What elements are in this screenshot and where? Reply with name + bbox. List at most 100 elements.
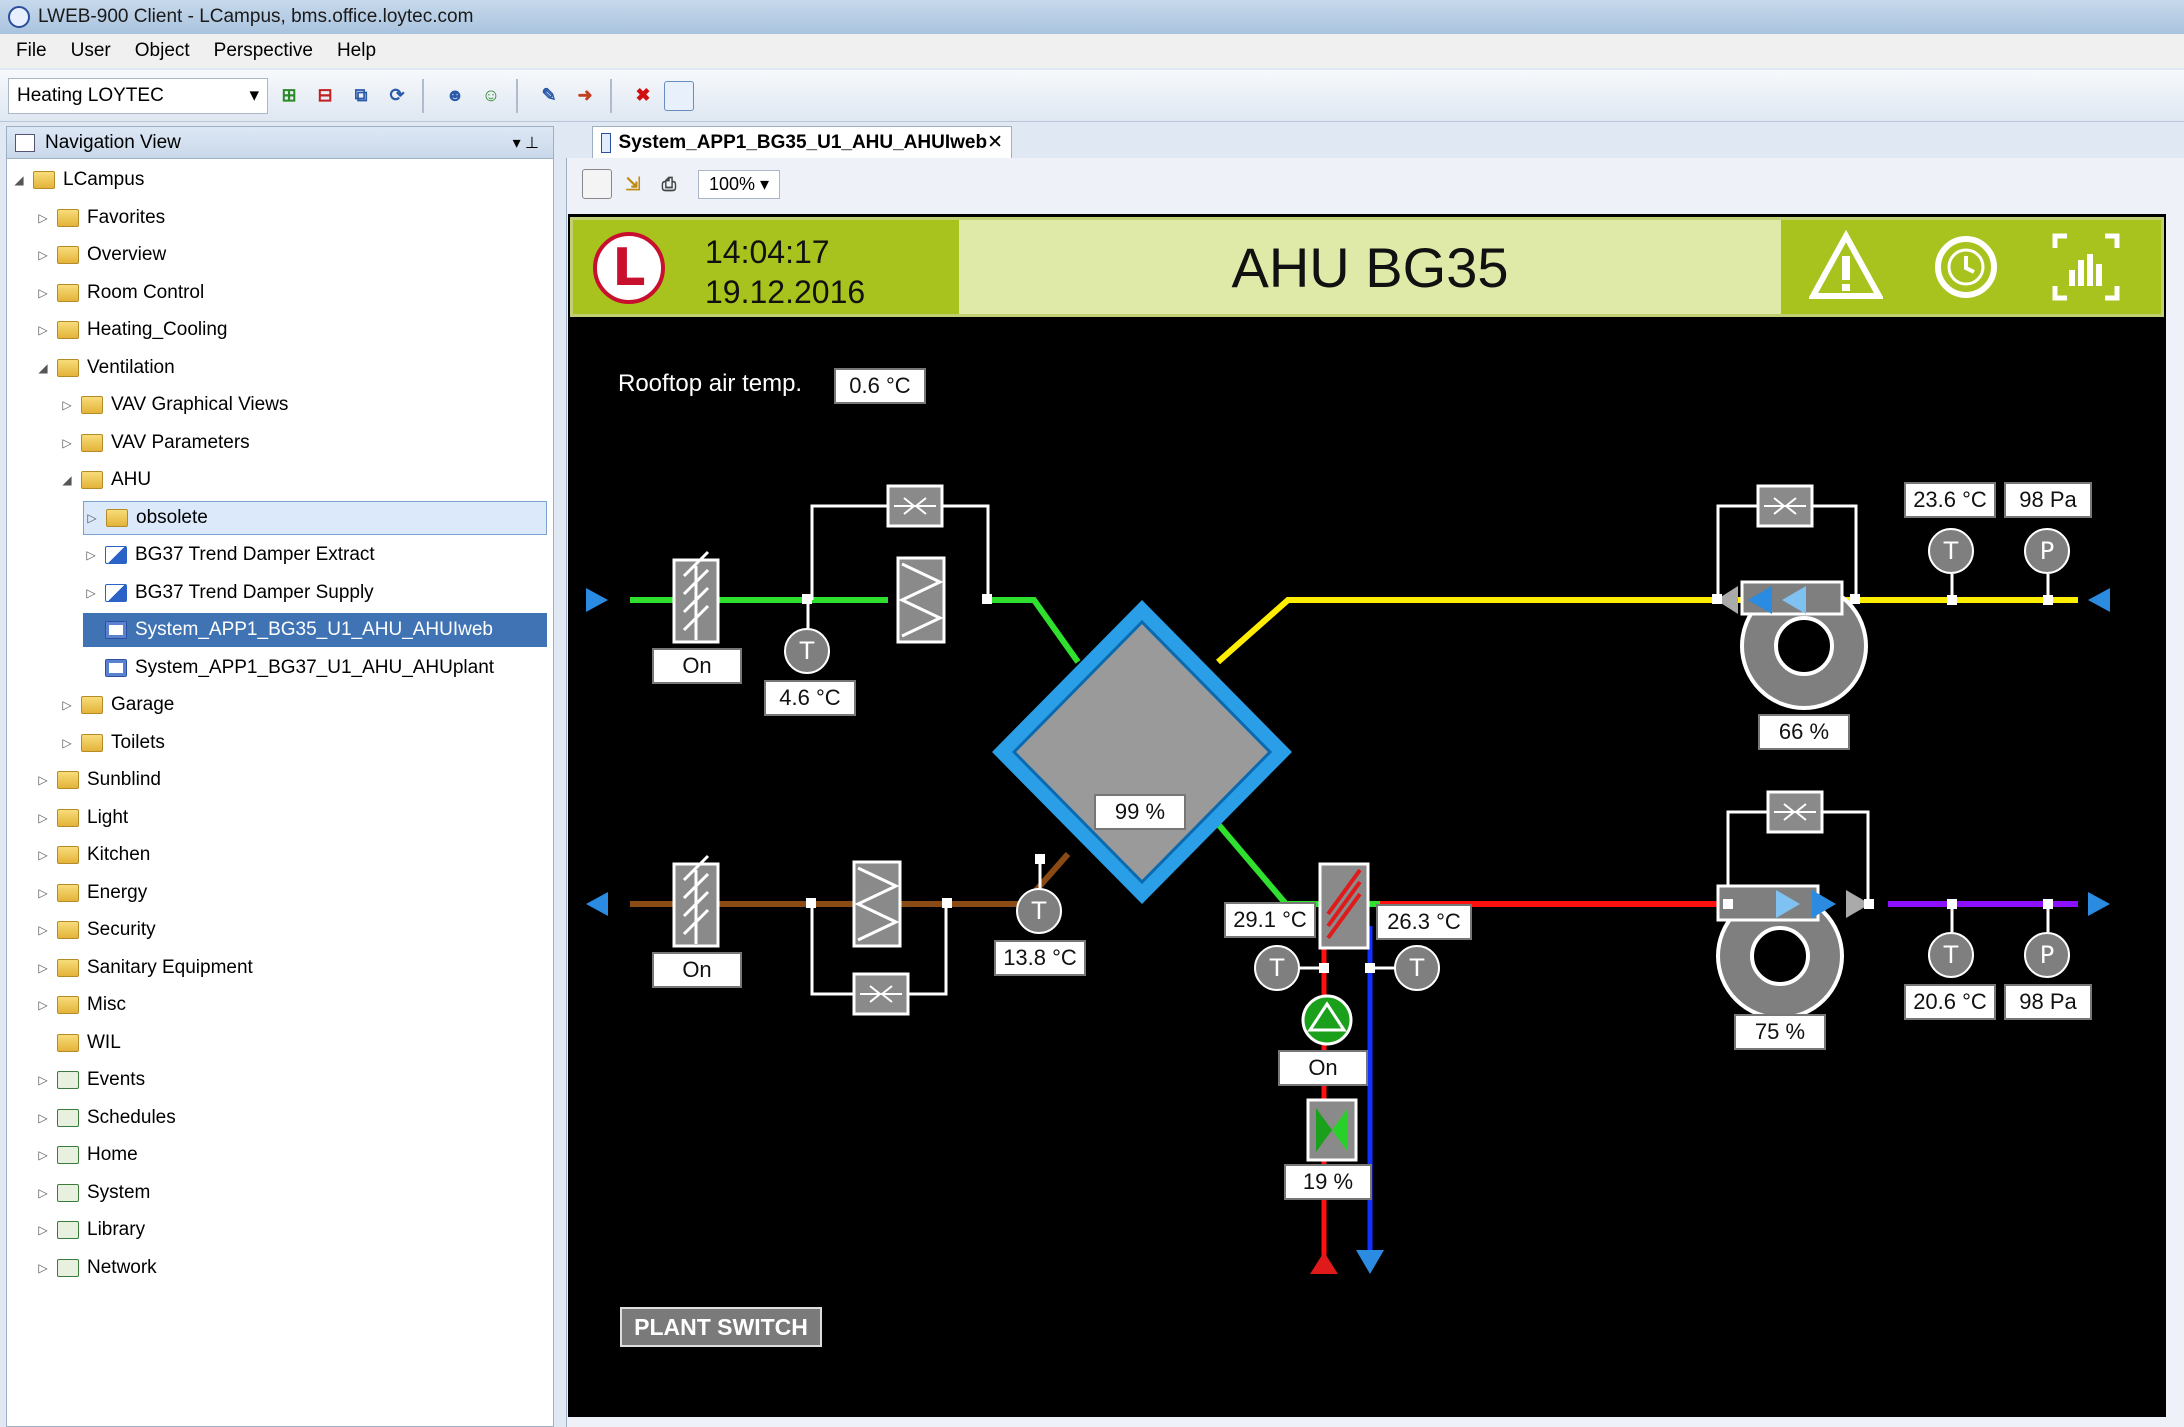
expand-arrow-icon[interactable]: ▷: [35, 1148, 51, 1162]
tree-item[interactable]: ▷ Security: [35, 913, 155, 947]
menu-object[interactable]: Object: [123, 40, 202, 62]
tree-item[interactable]: WIL: [35, 1026, 121, 1060]
extract-pressure-sensor[interactable]: P: [2024, 528, 2070, 574]
tree-item[interactable]: ▷ BG37 Trend Damper Extract: [83, 538, 374, 572]
expand-arrow-icon[interactable]: ▷: [35, 811, 51, 825]
expand-arrow-icon[interactable]: ▷: [59, 436, 75, 450]
refresh-icon[interactable]: ⟳: [382, 81, 412, 111]
plant-switch-button[interactable]: PLANT SWITCH: [620, 1307, 822, 1347]
toolbar-separator: [422, 78, 424, 113]
tree-item[interactable]: ▷ VAV Graphical Views: [59, 388, 288, 422]
expand-arrow-icon[interactable]: ▷: [35, 773, 51, 787]
expand-arrow-icon[interactable]: ▷: [35, 1073, 51, 1087]
perspective-select[interactable]: Heating LOYTEC ▾: [8, 77, 268, 114]
tree-item[interactable]: ◢ AHU: [59, 463, 151, 497]
tree-item[interactable]: ▷ System: [35, 1176, 150, 1210]
expand-arrow-icon[interactable]: ▷: [59, 698, 75, 712]
menu-user[interactable]: User: [59, 40, 123, 62]
expand-arrow-icon[interactable]: ▷: [35, 961, 51, 975]
expand-arrow-icon[interactable]: ◢: [35, 361, 51, 375]
window-icon[interactable]: [664, 80, 694, 111]
supply-temp-sensor[interactable]: T: [1928, 932, 1974, 978]
tree-item[interactable]: ▷ Sunblind: [35, 763, 161, 797]
expand-arrow-icon[interactable]: ▷: [35, 998, 51, 1012]
tree-item[interactable]: ▷ Heating_Cooling: [35, 313, 227, 347]
expand-arrow-icon[interactable]: ▷: [35, 1111, 51, 1125]
menu-bar: File User Object Perspective Help: [0, 34, 2184, 68]
expand-arrow-icon[interactable]: ▷: [83, 548, 99, 562]
expand-arrow-icon[interactable]: ▷: [35, 1186, 51, 1200]
user-icon[interactable]: ☻: [440, 81, 470, 111]
tree-item[interactable]: ▷ Light: [35, 801, 128, 835]
tree-item[interactable]: ▷ Sanitary Equipment: [35, 951, 252, 985]
tree-item[interactable]: ▷ VAV Parameters: [59, 426, 249, 460]
tree-item[interactable]: ▷ Room Control: [35, 276, 204, 310]
expand-arrow-icon[interactable]: ▷: [59, 398, 75, 412]
tree-item[interactable]: ◢ LCampus: [11, 163, 144, 197]
tree-item[interactable]: ▷ Events: [35, 1063, 145, 1097]
tree-item[interactable]: ▷ Overview: [35, 238, 166, 272]
tree-item[interactable]: ▷ Toilets: [59, 726, 164, 760]
add-icon[interactable]: ⊞: [274, 81, 304, 111]
export-icon[interactable]: ⇲: [618, 169, 648, 199]
close-icon[interactable]: ✖: [628, 81, 658, 111]
menu-file[interactable]: File: [4, 40, 59, 62]
zoom-select[interactable]: 100% ▾: [698, 169, 781, 199]
tree-item[interactable]: ▷ Library: [35, 1213, 145, 1247]
copy-icon[interactable]: ⧉: [346, 81, 376, 111]
pump-state[interactable]: On: [1278, 1050, 1368, 1086]
tree-item[interactable]: ▷ Kitchen: [35, 838, 150, 872]
tree-item[interactable]: ▷ obsolete: [83, 500, 547, 535]
user-edit-icon[interactable]: ✎: [534, 81, 564, 111]
tree-item-label: Room Control: [87, 281, 205, 303]
fresh-damper-state[interactable]: On: [652, 648, 742, 684]
expand-arrow-icon[interactable]: ▷: [35, 886, 51, 900]
remove-icon[interactable]: ⊟: [310, 81, 340, 111]
heater-in-temp-sensor[interactable]: T: [1254, 945, 1300, 991]
user-group-icon[interactable]: ☺: [476, 81, 506, 111]
tree-item[interactable]: ▷ Home: [35, 1138, 137, 1172]
expand-arrow-icon[interactable]: ▷: [59, 736, 75, 750]
expand-arrow-icon[interactable]: ▷: [83, 586, 99, 600]
tree-item[interactable]: ▷ Favorites: [35, 201, 165, 235]
expand-arrow-icon[interactable]: ▷: [35, 1223, 51, 1237]
expand-arrow-icon[interactable]: ▷: [35, 286, 51, 300]
expand-arrow-icon[interactable]: ▷: [35, 848, 51, 862]
print-icon[interactable]: ⎙: [654, 169, 684, 199]
tree-item[interactable]: ◢ Ventilation: [35, 351, 174, 385]
supply-pressure-sensor[interactable]: P: [2024, 932, 2070, 978]
expand-arrow-icon[interactable]: ▷: [35, 923, 51, 937]
tree-item[interactable]: ▷ Network: [35, 1251, 156, 1285]
extract-temp-sensor[interactable]: T: [1928, 528, 1974, 574]
tree-item[interactable]: ▷ Energy: [35, 876, 147, 910]
fresh-temp-sensor[interactable]: T: [784, 628, 830, 674]
heater-out-temp-sensor[interactable]: T: [1394, 945, 1440, 991]
expand-arrow-icon[interactable]: ◢: [59, 473, 75, 487]
expand-arrow-icon[interactable]: ▷: [35, 1261, 51, 1275]
tree-item-label: Sunblind: [87, 769, 161, 790]
tree-item[interactable]: ▷ Misc: [35, 988, 126, 1022]
chevron-down-icon: ▾: [249, 85, 259, 106]
tab-ahu-view[interactable]: System_APP1_BG35_U1_AHU_AHUIweb ✕: [592, 126, 1012, 158]
tree-item[interactable]: System_APP1_BG37_U1_AHU_AHUplant: [83, 651, 494, 685]
expand-arrow-icon[interactable]: ◢: [11, 173, 27, 187]
tree-item[interactable]: ▷ Schedules: [35, 1101, 175, 1135]
exhaust-temp-sensor[interactable]: T: [1016, 888, 1062, 934]
tab-close-icon[interactable]: ✕: [987, 131, 1003, 154]
tree-item[interactable]: System_APP1_BG35_U1_AHU_AHUIweb: [83, 613, 547, 647]
expand-arrow-icon[interactable]: ▷: [35, 323, 51, 337]
exhaust-damper-state[interactable]: On: [652, 952, 742, 988]
tree-item[interactable]: ▷ Garage: [59, 688, 174, 722]
menu-help[interactable]: Help: [325, 40, 388, 62]
expand-arrow-icon[interactable]: ▷: [35, 248, 51, 262]
pin-icon[interactable]: ▾ ⊥: [513, 133, 539, 153]
tree-item[interactable]: ▷ BG37 Trend Damper Supply: [83, 576, 373, 610]
folder-icon: [57, 1108, 79, 1127]
menu-perspective[interactable]: Perspective: [202, 40, 325, 62]
supply-pressure-value: 98 Pa: [2004, 984, 2092, 1020]
expand-arrow-icon[interactable]: ▷: [84, 511, 100, 525]
grid-icon[interactable]: [582, 169, 612, 199]
exhaust-temp-value: 13.8 °C: [994, 940, 1086, 976]
user-logout-icon[interactable]: ➜: [570, 81, 600, 111]
expand-arrow-icon[interactable]: ▷: [35, 211, 51, 225]
